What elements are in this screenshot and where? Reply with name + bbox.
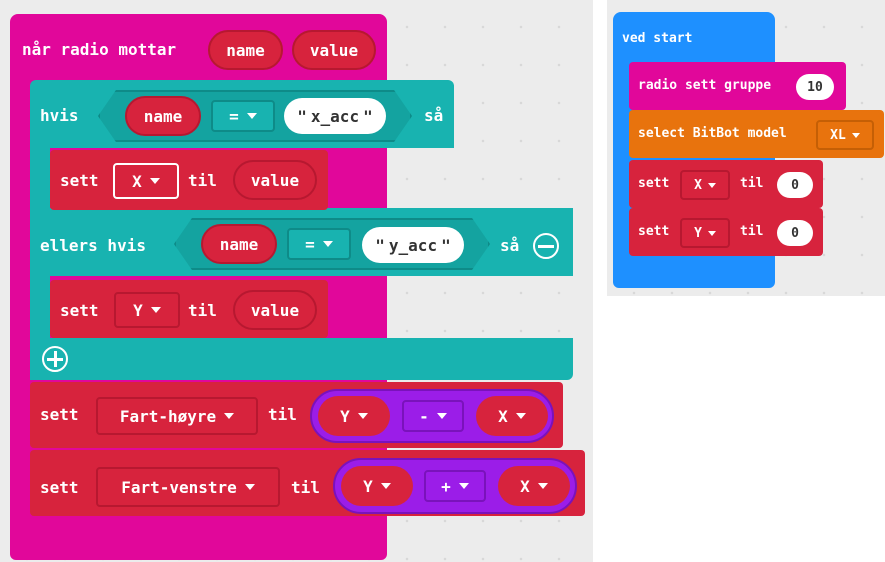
param-name-pill[interactable]: name	[208, 30, 283, 70]
start-set-x-til-label: til	[740, 176, 764, 191]
dropdown-arrow-icon	[707, 182, 716, 188]
minus-left-y-dropdown[interactable]: Y	[318, 396, 390, 436]
plus-left-y-dropdown[interactable]: Y	[341, 466, 413, 506]
if-string-value[interactable]: " x_acc "	[284, 98, 386, 134]
dropdown-arrow-icon	[322, 241, 333, 247]
else-if-string-value[interactable]: " y_acc "	[362, 227, 464, 263]
bitbot-model-dropdown[interactable]: XL	[816, 120, 874, 150]
set-fart-venstre-til-label: til	[291, 478, 320, 497]
set-x-til-label: til	[188, 171, 217, 190]
if-operator-label: =	[229, 106, 239, 126]
if-operator-dropdown[interactable]: =	[211, 100, 275, 132]
start-set-x-variable-dropdown[interactable]: X	[680, 170, 730, 200]
dropdown-arrow-icon	[436, 413, 447, 419]
start-set-y-variable-dropdown[interactable]: Y	[680, 218, 730, 248]
if-name-pill[interactable]: name	[125, 96, 201, 136]
set-y-variable-label: Y	[133, 300, 143, 320]
start-set-x-sett-label: sett	[638, 176, 670, 191]
dropdown-arrow-icon	[357, 413, 368, 419]
radio-set-group-label: radio sett gruppe	[638, 78, 772, 93]
else-if-name-pill[interactable]: name	[201, 224, 277, 264]
plus-operator-label: +	[441, 476, 451, 496]
on-start-label: ved start	[622, 31, 693, 46]
set-y-variable-dropdown[interactable]: Y	[114, 292, 180, 328]
fart-venstre-variable-dropdown[interactable]: Fart-venstre	[96, 467, 280, 507]
set-y-value-pill[interactable]: value	[233, 290, 317, 330]
fart-hoyre-variable-dropdown[interactable]: Fart-høyre	[96, 397, 258, 435]
minus-right-x-label: X	[498, 406, 508, 426]
select-bitbot-model-label: select BitBot model	[638, 126, 787, 141]
radio-group-value[interactable]: 10	[796, 74, 834, 100]
plus-left-y-label: Y	[363, 476, 373, 496]
if-label: hvis	[40, 106, 79, 125]
plus-right-x-label: X	[520, 476, 530, 496]
quote-icon: "	[441, 235, 451, 255]
set-y-sett-label: sett	[60, 301, 99, 320]
if-else-block-footer[interactable]	[30, 338, 573, 380]
set-fart-hoyre-til-label: til	[268, 405, 297, 424]
plus-operator-dropdown[interactable]: +	[424, 470, 486, 502]
else-if-operator-dropdown[interactable]: =	[287, 228, 351, 260]
set-y-til-label: til	[188, 301, 217, 320]
set-fart-venstre-sett-label: sett	[40, 478, 79, 497]
quote-icon: "	[375, 235, 385, 255]
dropdown-arrow-icon	[515, 413, 526, 419]
fart-hoyre-variable-label: Fart-høyre	[119, 406, 217, 426]
set-fart-hoyre-sett-label: sett	[40, 405, 79, 424]
param-value-pill[interactable]: value	[292, 30, 376, 70]
dropdown-arrow-icon	[851, 132, 860, 138]
dropdown-arrow-icon	[380, 483, 391, 489]
quote-icon: "	[297, 106, 307, 126]
bitbot-model-label: XL	[830, 127, 846, 143]
minus-left-y-label: Y	[340, 406, 350, 426]
plus-right-x-dropdown[interactable]: X	[498, 466, 570, 506]
remove-else-if-icon[interactable]	[533, 233, 559, 259]
start-set-y-til-label: til	[740, 224, 764, 239]
else-if-operator-label: =	[305, 234, 315, 254]
start-set-x-value[interactable]: 0	[777, 172, 813, 198]
else-if-string-text: y_acc	[388, 235, 438, 255]
set-x-variable-label: X	[132, 171, 142, 191]
if-string-text: x_acc	[310, 106, 360, 126]
set-x-value-pill[interactable]: value	[233, 160, 317, 200]
quote-icon: "	[363, 106, 373, 126]
dropdown-arrow-icon	[224, 413, 235, 419]
dropdown-arrow-icon	[458, 483, 469, 489]
minus-right-x-dropdown[interactable]: X	[476, 396, 548, 436]
dropdown-arrow-icon	[707, 230, 716, 236]
dropdown-arrow-icon	[149, 178, 160, 184]
if-then-label: så	[424, 106, 444, 125]
set-x-variable-dropdown[interactable]: X	[113, 163, 179, 199]
start-set-y-sett-label: sett	[638, 224, 670, 239]
else-if-label: ellers hvis	[40, 236, 146, 255]
dropdown-arrow-icon	[244, 484, 255, 490]
else-if-then-label: så	[500, 236, 520, 255]
set-x-sett-label: sett	[60, 171, 99, 190]
start-set-x-variable-label: X	[694, 177, 702, 193]
dropdown-arrow-icon	[537, 483, 548, 489]
start-set-y-value[interactable]: 0	[777, 220, 813, 246]
fart-venstre-variable-label: Fart-venstre	[121, 477, 237, 497]
dropdown-arrow-icon	[150, 307, 161, 313]
start-set-y-variable-label: Y	[694, 225, 702, 241]
on-radio-received-label: når radio mottar	[22, 40, 177, 59]
add-else-icon[interactable]	[42, 346, 68, 372]
minus-operator-label: -	[419, 406, 429, 426]
minus-operator-dropdown[interactable]: -	[402, 400, 464, 432]
dropdown-arrow-icon	[246, 113, 257, 119]
